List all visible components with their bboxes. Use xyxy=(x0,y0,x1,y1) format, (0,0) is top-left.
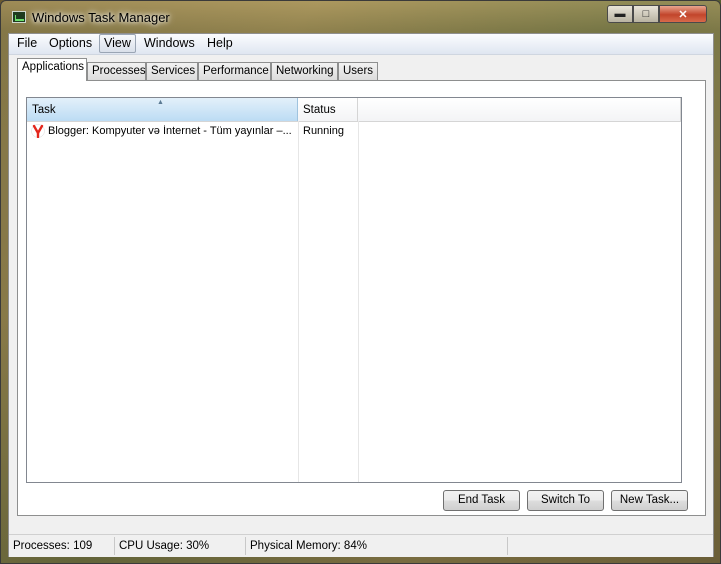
menu-options[interactable]: Options xyxy=(45,35,96,52)
menu-bar: File Options View Windows Help xyxy=(9,34,713,55)
tab-users[interactable]: Users xyxy=(338,62,378,80)
maximize-button[interactable]: □ xyxy=(633,5,659,23)
column-header-task[interactable]: ▲ Task xyxy=(27,98,298,121)
column-header-task-label: Task xyxy=(32,104,56,116)
tab-networking[interactable]: Networking xyxy=(271,62,338,80)
column-divider xyxy=(298,121,299,482)
new-task-button[interactable]: New Task... xyxy=(611,490,688,511)
task-name: Blogger: Kompyuter və İnternet - Tüm yay… xyxy=(48,125,292,137)
title-bar[interactable]: Windows Task Manager ▬ □ ✕ xyxy=(1,1,720,33)
switch-to-button[interactable]: Switch To xyxy=(527,490,604,511)
menu-view[interactable]: View xyxy=(99,34,136,53)
column-header-empty xyxy=(358,98,681,121)
task-manager-icon xyxy=(12,11,26,23)
menu-help[interactable]: Help xyxy=(203,35,237,52)
status-cpu-usage: CPU Usage: 30% xyxy=(115,537,246,555)
task-status: Running xyxy=(303,125,344,137)
tab-performance[interactable]: Performance xyxy=(198,62,271,80)
tab-applications[interactable]: Applications xyxy=(17,58,87,81)
menu-windows[interactable]: Windows xyxy=(140,35,199,52)
tab-processes[interactable]: Processes xyxy=(87,62,146,80)
column-header-status-label: Status xyxy=(303,104,336,116)
task-manager-window: Windows Task Manager ▬ □ ✕ File Options … xyxy=(0,0,721,564)
yandex-browser-icon xyxy=(31,124,45,139)
close-button[interactable]: ✕ xyxy=(659,5,707,23)
minimize-icon: ▬ xyxy=(614,8,626,20)
tab-services[interactable]: Services xyxy=(146,62,198,80)
close-icon: ✕ xyxy=(678,8,688,21)
minimize-button[interactable]: ▬ xyxy=(607,5,633,23)
list-header: ▲ Task Status xyxy=(27,98,681,122)
sort-ascending-icon: ▲ xyxy=(157,99,164,106)
list-item[interactable]: Blogger: Kompyuter və İnternet - Tüm yay… xyxy=(27,123,358,141)
window-title: Windows Task Manager xyxy=(32,10,170,25)
status-physical-memory: Physical Memory: 84% xyxy=(246,537,508,555)
maximize-icon: □ xyxy=(642,8,650,20)
column-header-status[interactable]: Status xyxy=(298,98,358,121)
menu-file[interactable]: File xyxy=(13,35,41,52)
client-area: File Options View Windows Help Applicati… xyxy=(8,33,714,557)
status-processes: Processes: 109 xyxy=(9,537,115,555)
status-empty xyxy=(508,537,713,555)
end-task-button[interactable]: End Task xyxy=(443,490,520,511)
status-bar: Processes: 109 CPU Usage: 30% Physical M… xyxy=(9,534,713,557)
column-divider xyxy=(358,121,359,482)
task-list[interactable]: ▲ Task Status Blogger: Kompyuter və İnte… xyxy=(26,97,682,483)
